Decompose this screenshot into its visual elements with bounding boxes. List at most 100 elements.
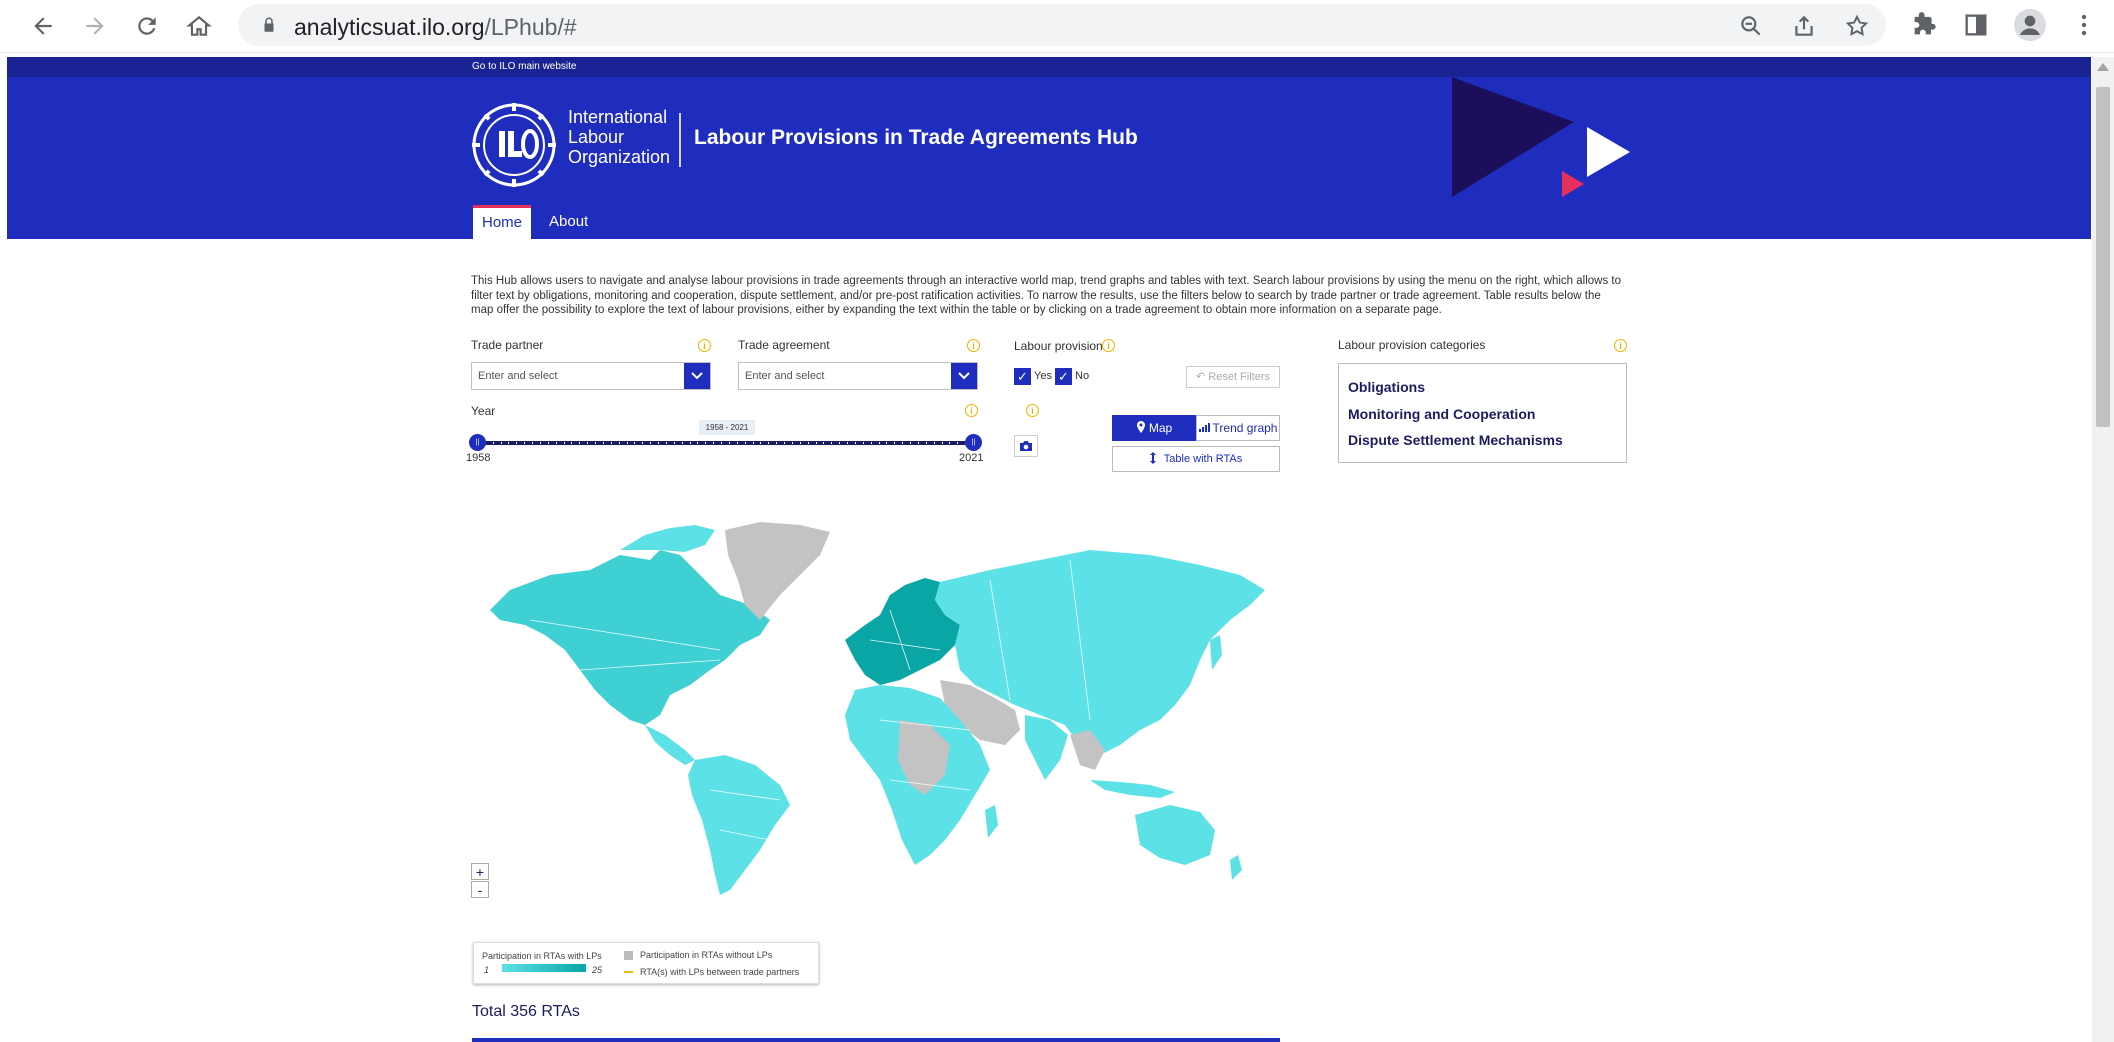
home-button[interactable] (180, 7, 218, 45)
year-slider-tick (744, 442, 746, 444)
legend-with-lps: Participation in RTAs with LPs (482, 951, 602, 961)
more-menu-icon[interactable] (2072, 11, 2096, 39)
ilo-logo-icon[interactable] (472, 103, 556, 187)
labour-provision-info-icon[interactable]: i (1102, 339, 1115, 352)
trade-partner-label: Trade partner (471, 338, 544, 352)
year-slider-tick (492, 442, 494, 444)
year-slider-tick (878, 442, 880, 444)
map-zoom-out-button[interactable]: - (471, 881, 489, 898)
year-slider-tick (673, 442, 675, 444)
year-slider-tick (752, 442, 754, 444)
scrollbar-thumb[interactable] (2096, 87, 2110, 427)
year-slider-tick (823, 442, 825, 444)
star-icon[interactable] (1844, 13, 1870, 39)
year-slider-tick (807, 442, 809, 444)
year-slider-tick (595, 442, 597, 444)
side-panel-icon[interactable] (1962, 11, 1990, 39)
reset-filters-button[interactable]: ↶ Reset Filters (1186, 366, 1280, 388)
year-range-bubble: 1958 - 2021 (699, 420, 755, 435)
intro-text: This Hub allows users to navigate and an… (471, 275, 1621, 316)
year-slider-tick (831, 442, 833, 444)
year-slider-tick (815, 442, 817, 444)
org-line-3: Organization (568, 147, 671, 167)
trade-partner-info-icon[interactable]: i (698, 339, 711, 352)
home-icon (186, 15, 212, 36)
category-monitoring-cooperation[interactable]: Monitoring and Cooperation (1348, 406, 1535, 422)
tab-home[interactable]: Home (473, 205, 532, 239)
year-slider-tick (555, 442, 557, 444)
year-slider-tick (642, 442, 644, 444)
category-dispute-settlement[interactable]: Dispute Settlement Mechanisms (1348, 432, 1563, 448)
year-slider-tick (902, 442, 904, 444)
year-info-icon[interactable]: i (965, 404, 978, 417)
total-rtas: Total 356 RTAs (472, 1003, 580, 1020)
share-icon[interactable] (1791, 13, 1817, 39)
year-slider-tick (508, 442, 510, 444)
categories-info-icon[interactable]: i (1614, 339, 1627, 352)
profile-avatar[interactable] (2014, 9, 2046, 41)
map-view-label: Map (1148, 421, 1173, 435)
year-slider-tick (768, 442, 770, 444)
category-obligations[interactable]: Obligations (1348, 379, 1425, 395)
zoom-out-icon[interactable] (1738, 13, 1764, 39)
trade-agreement-select[interactable]: Enter and select (738, 362, 978, 390)
table-view-button[interactable]: Table with RTAs (1112, 446, 1280, 472)
back-button[interactable] (24, 7, 62, 45)
categories-box: Obligations Monitoring and Cooperation D… (1338, 363, 1627, 463)
map-legend: Participation in RTAs with LPs 1 25 Part… (473, 942, 819, 984)
page-scrollbar[interactable] (2092, 57, 2114, 1042)
url-host: analyticsuat.ilo.org (294, 14, 485, 40)
year-slider-tick (602, 442, 604, 444)
map-region-australia (1135, 805, 1215, 865)
export-image-button[interactable] (1014, 435, 1038, 457)
year-slider-tick (721, 442, 723, 444)
year-slider-tick (610, 442, 612, 444)
map-zoom-in-button[interactable]: + (471, 863, 489, 880)
year-slider-tick (870, 442, 872, 444)
year-slider-tick (705, 442, 707, 444)
export-info-icon[interactable]: i (1026, 404, 1039, 417)
no-checkbox[interactable]: ✓ (1055, 368, 1072, 385)
map-region-indonesia (1090, 780, 1175, 798)
decorative-triangles-icon (1452, 77, 1630, 197)
year-slider-tick (728, 442, 730, 444)
legend-gradient (502, 964, 586, 972)
legend-yellow-line (624, 971, 633, 973)
chevron-down-icon (958, 372, 970, 380)
year-slider-tick (854, 442, 856, 444)
scroll-up-icon[interactable] (2097, 63, 2109, 71)
table-view-label: Table with RTAs (1163, 453, 1243, 465)
year-slider-tick (626, 442, 628, 444)
site-header: International Labour Organization Labour… (7, 77, 2091, 239)
year-slider-end-handle[interactable]: || (965, 434, 982, 451)
year-slider-track[interactable] (477, 441, 973, 445)
year-max-label: 2021 (959, 452, 984, 464)
url-text[interactable]: analyticsuat.ilo.org/LPhub/# (294, 14, 577, 41)
year-slider-start-handle[interactable]: || (469, 434, 486, 451)
trade-partner-placeholder: Enter and select (478, 370, 558, 382)
map-view-button[interactable]: Map (1112, 415, 1196, 441)
tab-about[interactable]: About (540, 205, 597, 239)
year-slider-tick (949, 442, 951, 444)
year-slider-tick (547, 442, 549, 444)
year-slider-tick (847, 442, 849, 444)
year-min-label: 1958 (466, 452, 491, 464)
ilo-main-website-link[interactable]: Go to ILO main website (472, 61, 577, 72)
org-line-1: International (568, 107, 668, 127)
reset-filters-label: Reset Filters (1208, 371, 1271, 383)
reload-button[interactable] (128, 7, 166, 45)
legend-between-partners: RTA(s) with LPs between trade partners (640, 967, 800, 977)
address-bar[interactable]: analyticsuat.ilo.org/LPhub/# (238, 4, 1886, 46)
trend-graph-button[interactable]: Trend graph (1196, 415, 1280, 441)
year-slider-tick (736, 442, 738, 444)
trade-partner-dropdown[interactable] (684, 363, 710, 389)
world-map[interactable] (470, 520, 1270, 900)
trade-agreement-info-icon[interactable]: i (967, 339, 980, 352)
yes-checkbox[interactable]: ✓ (1014, 368, 1031, 385)
extensions-icon[interactable] (1910, 11, 1938, 39)
trade-partner-select[interactable]: Enter and select (471, 362, 711, 390)
trade-agreement-dropdown[interactable] (951, 363, 977, 389)
year-slider-tick (500, 442, 502, 444)
table-header-bar (472, 1038, 1280, 1042)
forward-button[interactable] (76, 7, 114, 45)
